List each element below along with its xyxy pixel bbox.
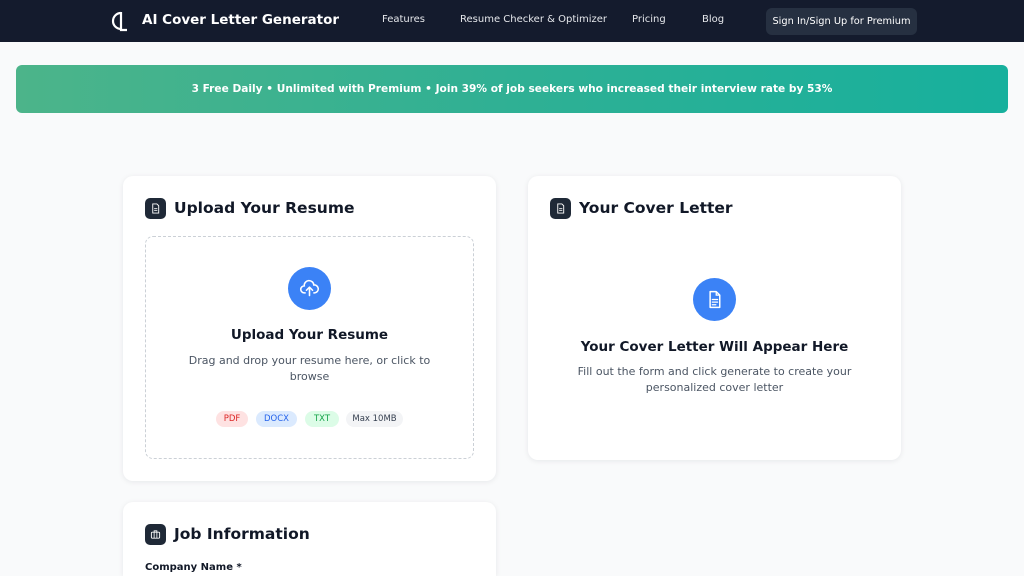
document-icon <box>693 278 736 321</box>
top-nav-bar: AI Cover Letter Generator Features Resum… <box>0 0 1024 42</box>
promo-banner: 3 Free Daily • Unlimited with Premium • … <box>16 65 1008 113</box>
cover-empty-desc-line2: personalized cover letter <box>645 381 784 394</box>
nav-link-pricing[interactable]: Pricing <box>632 14 666 25</box>
nav-link-features[interactable]: Features <box>382 14 425 25</box>
format-chip-docx: DOCX <box>256 411 297 427</box>
cover-empty-desc-line1: Fill out the form and click generate to … <box>577 365 852 378</box>
dropzone-desc-line2: browse <box>289 370 330 383</box>
document-icon <box>145 198 166 219</box>
job-card-title: Job Information <box>174 525 310 543</box>
nav-link-resume-checker[interactable]: Resume Checker & Optimizer <box>460 14 607 25</box>
cover-card-title: Your Cover Letter <box>579 199 733 217</box>
company-name-label: Company Name * <box>145 562 242 573</box>
briefcase-icon <box>145 524 166 545</box>
brand-name[interactable]: AI Cover Letter Generator <box>142 12 339 28</box>
upload-card-title: Upload Your Resume <box>174 199 355 217</box>
sign-in-button[interactable]: Sign In/Sign Up for Premium <box>766 8 917 35</box>
format-chip-pdf: PDF <box>216 411 248 427</box>
nav-link-blog[interactable]: Blog <box>702 14 724 25</box>
cl-logo-icon[interactable] <box>111 10 129 32</box>
format-chip-txt: TXT <box>305 411 339 427</box>
cloud-upload-icon <box>288 267 331 310</box>
cover-empty-title: Your Cover Letter Will Appear Here <box>580 339 849 355</box>
dropzone-title: Upload Your Resume <box>230 327 389 343</box>
dropzone-desc-line1: Drag and drop your resume here, or click… <box>188 354 431 367</box>
max-size-chip: Max 10MB <box>346 411 403 427</box>
document-icon <box>550 198 571 219</box>
